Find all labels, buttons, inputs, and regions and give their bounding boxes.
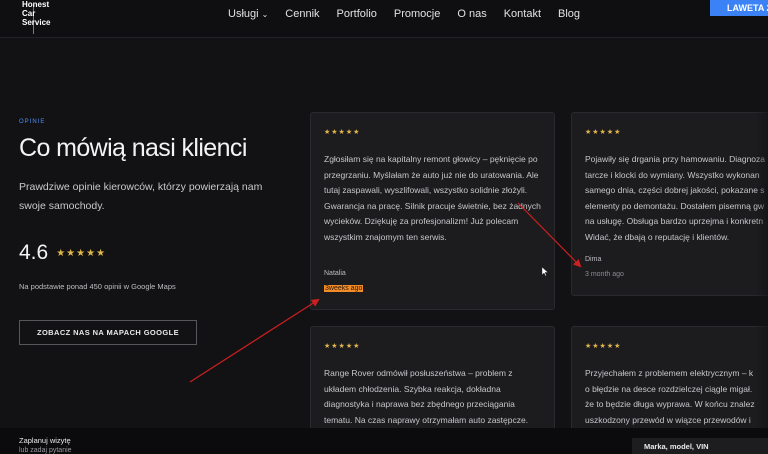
review-text-line: samego dnia, części dobrej jakości, poka… [585, 185, 765, 195]
review-date-highlighted: 3weeks ago [324, 285, 364, 292]
section-eyebrow: OPINIE [19, 119, 46, 125]
rating-note: Na podstawie ponad 450 opinii w Google M… [19, 282, 176, 291]
nav-item-blog[interactable]: Blog [558, 8, 580, 20]
review-text-line: Pojawiły się drgania przy hamowaniu. Dia… [585, 154, 766, 164]
google-maps-button[interactable]: ZOBACZ NAS NA MAPACH GOOGLE [19, 320, 197, 345]
review-text: Przyjechałem z problemem elektrycznym – … [585, 366, 768, 428]
laweta-button[interactable]: LAWETA 2 [710, 0, 768, 16]
nav-item-cennik[interactable]: Cennik [285, 8, 319, 20]
top-navbar: Honest Car Service Usługi ⌄ Cennik Portf… [0, 0, 768, 38]
vehicle-field[interactable]: Marka, model, VIN [632, 438, 768, 454]
review-text-line: na usługę. Obsługa bardzo uprzejma i kon… [585, 216, 764, 226]
section-title: Co mówią nasi klienci [19, 134, 247, 162]
review-author: Dima [585, 256, 602, 263]
review-text: Range Rover odmówił posłuszeństwa – prob… [324, 368, 529, 425]
section-lead: Prawdziwe opinie kierowców, którzy powie… [19, 181, 263, 212]
nav-item-promocje[interactable]: Promocje [394, 8, 440, 20]
annotation-arrow-to-date [189, 298, 320, 383]
review-text-line: elementy po demontażu. Dostałem pisemną … [585, 200, 765, 211]
logo[interactable]: Honest Car Service [22, 0, 50, 27]
review-text: Pojawiły się drgania przy hamowaniu. Dia… [585, 152, 768, 245]
nav-item-label: Usługi [228, 8, 259, 20]
booking-bar: Zaplanuj wizytę lub zadaj pytanie Marka,… [0, 428, 768, 454]
review-text-line: że to będzie długa wyprawa. W końcu znal… [585, 399, 755, 409]
rating-stars-icon: ★★★★★ [56, 247, 107, 259]
nav-item-uslugi[interactable]: Usługi ⌄ [228, 8, 268, 20]
review-text-line: tarcze i klocki do wymiany. Wszystko wyk… [585, 169, 760, 180]
review-date: 3 month ago [585, 271, 624, 278]
logo-line-3: Service [22, 18, 51, 27]
review-stars-icon: ★★★★★ [585, 343, 622, 350]
review-stars-icon: ★★★★★ [324, 129, 361, 136]
review-card: ★★★★★ Pojawiły się drgania przy hamowani… [571, 112, 768, 296]
review-text-line: o błędzie na desce rozdzielczej ciągle m… [585, 383, 753, 394]
chevron-down-icon: ⌄ [261, 9, 269, 19]
logo-line-2: Car [22, 9, 36, 18]
review-stars-icon: ★★★★★ [585, 129, 622, 136]
booking-subtitle: lub zadaj pytanie [19, 447, 72, 454]
rating-summary: 4.6 ★★★★★ [19, 241, 106, 265]
rating-value: 4.6 [19, 241, 49, 264]
review-text-line: Widać, że dbają o reputację i klientów. [585, 231, 730, 242]
logo-line-1: Honest [22, 0, 50, 9]
nav-item-portfolio[interactable]: Portfolio [337, 8, 377, 20]
nav-item-kontakt[interactable]: Kontakt [504, 8, 541, 20]
review-text-line: uszkodzony przewód w wiązce przewodów i [585, 414, 751, 425]
main-nav: Usługi ⌄ Cennik Portfolio Promocje O nas… [228, 8, 597, 20]
booking-title: Zaplanuj wizytę [19, 436, 71, 445]
review-card: ★★★★★ Zgłosiłam się na kapitalny remont … [310, 112, 555, 310]
review-text: Zgłosiłam się na kapitalny remont głowic… [324, 154, 541, 242]
nav-item-o-nas[interactable]: O nas [457, 8, 486, 20]
mouse-cursor-icon [542, 267, 548, 276]
carousel-edge-fade [755, 100, 768, 430]
review-author: Natalia [324, 270, 346, 277]
review-text-line: Przyjechałem z problemem elektrycznym – … [585, 368, 754, 378]
review-stars-icon: ★★★★★ [324, 343, 361, 350]
